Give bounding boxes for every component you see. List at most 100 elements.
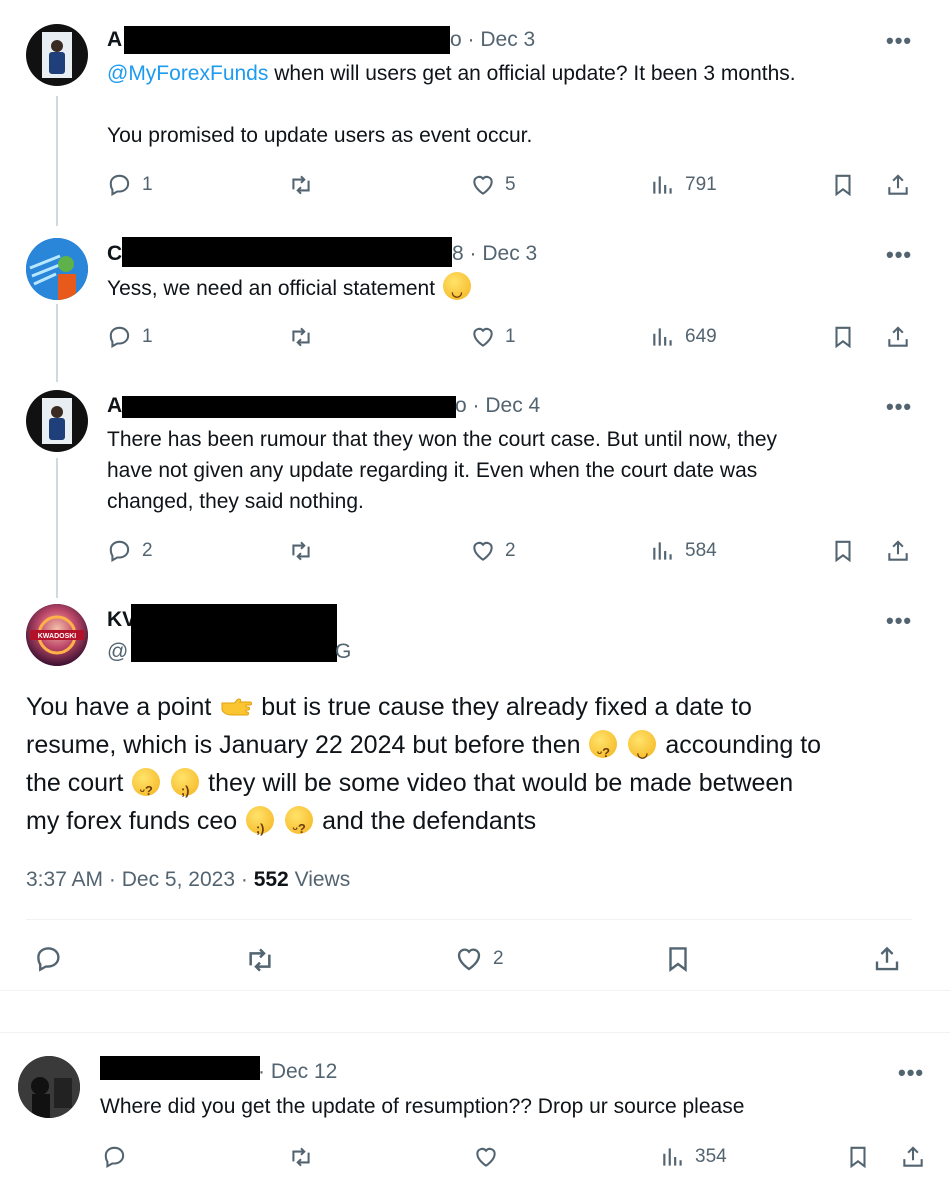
author-handle-suffix: G — [335, 640, 352, 663]
reply-icon — [104, 1146, 125, 1168]
heart-icon — [473, 175, 493, 195]
mention-link[interactable]: @MyForexFunds — [107, 62, 268, 85]
like-button[interactable]: 2 — [454, 944, 504, 974]
tweet-meta: · Dec 12 — [258, 1060, 337, 1084]
share-icon — [903, 1146, 923, 1167]
more-options-button[interactable]: ••• — [898, 1060, 924, 1086]
retweet-icon — [292, 327, 310, 347]
share-icon — [875, 946, 899, 971]
redaction — [124, 26, 450, 54]
redaction — [131, 604, 337, 662]
views-icon — [663, 1148, 682, 1166]
like-button[interactable]: 5 — [470, 172, 516, 198]
reply-button[interactable]: 2 — [107, 538, 153, 564]
bookmark-icon — [835, 174, 851, 197]
avatar[interactable]: KWADOSKI — [26, 604, 88, 666]
avatar[interactable] — [26, 390, 88, 452]
author-initial[interactable]: A — [107, 28, 122, 51]
main-tweet-line: the court ᵕ? ;) they will be some video … — [26, 768, 794, 798]
heart-icon — [457, 948, 481, 971]
tweet-header: C — [107, 242, 122, 266]
like-button[interactable]: 2 — [470, 538, 516, 564]
tweet-meta: 8 · Dec 3 — [452, 242, 538, 265]
avatar-label: KWADOSKI — [38, 633, 77, 640]
views-button[interactable]: 791 — [650, 172, 717, 198]
redaction — [122, 237, 452, 267]
more-options-button[interactable]: ••• — [886, 28, 912, 54]
retweet-button[interactable] — [288, 172, 314, 198]
share-button[interactable] — [900, 1144, 926, 1170]
tweet-date[interactable]: · Dec 3 — [468, 28, 536, 51]
retweet-button[interactable] — [288, 538, 314, 564]
bookmark-icon — [850, 1146, 866, 1169]
redaction — [100, 1056, 260, 1080]
share-button[interactable] — [885, 538, 911, 564]
main-tweet-line: my forex funds ceo ;) ᵕ? and the defenda… — [26, 806, 537, 836]
bookmark-button[interactable] — [830, 538, 856, 564]
retweet-button[interactable] — [288, 1144, 314, 1170]
more-options-button[interactable]: ••• — [886, 242, 912, 268]
views-label: Views — [294, 868, 351, 891]
author-handle[interactable]: @ — [107, 640, 128, 664]
author-initial[interactable]: C — [107, 242, 122, 265]
retweet-icon — [292, 541, 310, 561]
retweet-icon — [249, 948, 271, 972]
reply-button[interactable] — [102, 1144, 128, 1170]
retweet-button[interactable] — [288, 324, 314, 350]
bookmark-button[interactable] — [663, 944, 693, 974]
bookmark-icon — [835, 540, 851, 563]
avatar[interactable] — [26, 238, 88, 300]
reply-button[interactable]: 1 — [107, 172, 153, 198]
thinking-face-icon: ᵕ? — [132, 768, 161, 798]
tweet-text-line: changed, they said nothing. — [107, 490, 364, 513]
tweet-date[interactable]: Dec 5, 2023 — [122, 868, 235, 891]
tweet-header: A — [107, 394, 122, 418]
smiling-face-icon: ◡ — [442, 272, 471, 300]
tweet-header: A — [107, 28, 122, 52]
thread-line — [56, 96, 58, 226]
views-icon — [653, 328, 672, 346]
main-tweet-line: You have a point but is true cause they … — [26, 693, 752, 721]
reply-button[interactable]: 1 — [107, 324, 153, 350]
author-initial[interactable]: A — [107, 394, 122, 417]
bookmark-icon — [835, 326, 851, 349]
share-button[interactable] — [872, 944, 902, 974]
tweet-time[interactable]: 3:37 AM — [26, 868, 103, 891]
share-button[interactable] — [885, 324, 911, 350]
thinking-face-icon: ᵕ? — [285, 806, 314, 836]
reply-icon — [109, 174, 130, 196]
bookmark-button[interactable] — [845, 1144, 871, 1170]
tweet-text-line: There has been rumour that they won the … — [107, 428, 778, 451]
views-button[interactable]: 354 — [660, 1144, 727, 1170]
tweet-text-line: You promised to update users as event oc… — [107, 124, 533, 147]
divider — [26, 919, 912, 920]
tweet-date[interactable]: · Dec 4 — [473, 394, 541, 417]
avatar[interactable] — [18, 1056, 80, 1118]
divider — [0, 990, 950, 991]
more-options-button[interactable]: ••• — [886, 608, 912, 634]
tweet-text: @MyForexFunds when will users get an off… — [107, 62, 796, 85]
tweet-date[interactable]: · Dec 12 — [258, 1060, 337, 1083]
retweet-button[interactable] — [244, 944, 276, 976]
like-button[interactable]: 1 — [470, 324, 516, 350]
grinning-sweat-icon: ◡ — [628, 730, 657, 760]
main-tweet-line: resume, which is January 22 2024 but bef… — [26, 730, 822, 760]
like-button[interactable] — [473, 1144, 499, 1170]
thread-line — [56, 304, 58, 382]
views-button[interactable]: 584 — [650, 538, 717, 564]
bookmark-button[interactable] — [830, 172, 856, 198]
winking-face-icon: ;) — [171, 768, 200, 798]
retweet-icon — [292, 175, 310, 195]
tweet-text: Yess, we need an official statement ◡ — [107, 272, 473, 304]
thinking-face-icon: ᵕ? — [589, 730, 618, 760]
share-button[interactable] — [885, 172, 911, 198]
avatar[interactable] — [26, 24, 88, 86]
tweet-date[interactable]: · Dec 3 — [470, 242, 538, 265]
bookmark-button[interactable] — [830, 324, 856, 350]
share-icon — [888, 326, 908, 347]
redaction — [122, 396, 456, 418]
views-icon — [653, 542, 672, 560]
views-button[interactable]: 649 — [650, 324, 717, 350]
more-options-button[interactable]: ••• — [886, 394, 912, 420]
reply-button[interactable] — [34, 944, 64, 974]
